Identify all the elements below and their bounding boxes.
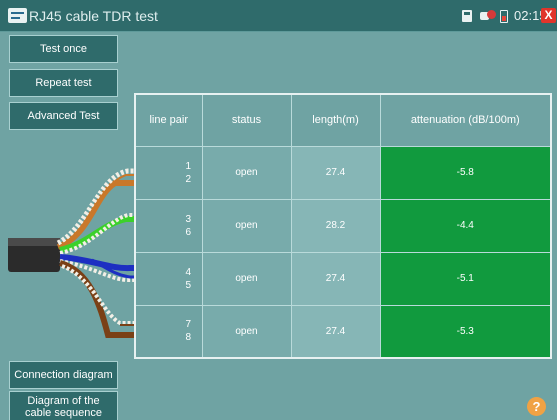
status-cell: open <box>201 198 292 253</box>
header-status: status <box>201 93 292 147</box>
close-icon[interactable]: X <box>541 8 556 23</box>
status-cell: open <box>201 251 292 306</box>
header-attenuation: attenuation (dB/100m) <box>379 93 552 147</box>
network-icon <box>480 10 496 22</box>
table-row: 12 open 27.4 -5.8 <box>134 145 552 200</box>
help-icon[interactable]: ? <box>527 397 546 416</box>
line-pair-cell: 12 <box>134 145 203 200</box>
status-cell: open <box>201 304 292 359</box>
repeat-test-button[interactable]: Repeat test <box>9 69 118 97</box>
window-title: RJ45 cable TDR test <box>29 8 158 24</box>
pair-number: 4 <box>185 266 192 278</box>
battery-icon <box>500 10 508 23</box>
attenuation-cell: -5.3 <box>379 304 552 359</box>
status-cell: open <box>201 145 292 200</box>
cable-sequence-diagram-button[interactable]: Diagram of the cable sequence <box>9 391 118 420</box>
length-cell: 27.4 <box>290 304 381 359</box>
connection-diagram-button[interactable]: Connection diagram <box>9 361 118 389</box>
length-cell: 28.2 <box>290 198 381 253</box>
header-line-pair: line pair <box>134 93 203 147</box>
pair-number: 3 <box>185 213 192 225</box>
results-table: line pair status length(m) attenuation (… <box>134 93 552 359</box>
sd-card-icon <box>462 10 472 22</box>
length-cell: 27.4 <box>290 251 381 306</box>
test-once-button[interactable]: Test once <box>9 35 118 63</box>
attenuation-cell: -5.1 <box>379 251 552 306</box>
line-pair-cell: 78 <box>134 304 203 359</box>
table-header-row: line pair status length(m) attenuation (… <box>134 93 552 147</box>
pair-number: 1 <box>185 160 192 172</box>
table-row: 45 open 27.4 -5.1 <box>134 251 552 306</box>
pair-number: 8 <box>185 332 192 344</box>
line-pair-cell: 45 <box>134 251 203 306</box>
line-pair-cell: 36 <box>134 198 203 253</box>
pair-number: 6 <box>185 226 192 238</box>
header-length: length(m) <box>290 93 381 147</box>
table-row: 78 open 27.4 -5.3 <box>134 304 552 359</box>
pair-number: 5 <box>185 279 192 291</box>
table-row: 36 open 28.2 -4.4 <box>134 198 552 253</box>
app-icon <box>8 8 27 23</box>
length-cell: 27.4 <box>290 145 381 200</box>
attenuation-cell: -4.4 <box>379 198 552 253</box>
attenuation-cell: -5.8 <box>379 145 552 200</box>
advanced-test-button[interactable]: Advanced Test <box>9 102 118 130</box>
title-bar: RJ45 cable TDR test 02:15 X <box>0 0 557 32</box>
pair-number: 2 <box>185 173 192 185</box>
pair-number: 7 <box>185 319 192 331</box>
